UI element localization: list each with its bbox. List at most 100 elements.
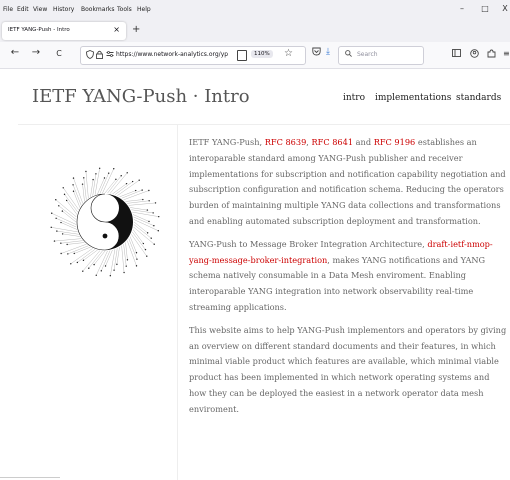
network-node [92,178,94,181]
network-node [152,212,154,214]
menu-file[interactable]: File [3,6,13,13]
site-title[interactable]: IETF YANG-Push · Intro [32,86,250,107]
network-node [76,261,79,264]
minimize-button[interactable]: – [455,4,469,13]
network-spoke [54,238,82,242]
search-icon [345,50,352,59]
pocket-icon[interactable] [312,47,321,59]
network-spoke [62,233,80,237]
link-rfc8641[interactable]: RFC 8641 [312,137,354,147]
menu-help[interactable]: Help [137,6,151,13]
network-node [93,263,95,266]
network-node [126,259,129,261]
network-node [109,275,112,277]
network-spoke [97,177,105,195]
nav-link-implementations[interactable]: implementations [375,93,451,103]
network-spoke [123,190,149,200]
network-node [82,270,84,272]
network-node [83,177,85,179]
url-bar[interactable]: https://www.network-analytics.org/yp 110… [80,46,306,65]
permissions-icon[interactable] [106,50,114,60]
network-node [88,267,90,269]
tab-close-icon[interactable]: × [113,25,120,34]
menu-history[interactable]: History [53,6,74,13]
extensions-icon[interactable] [487,49,496,60]
link-rfc8639[interactable]: RFC 8639 [265,137,307,147]
network-node [115,178,117,181]
search-input[interactable]: Search [357,51,378,58]
close-window-button[interactable]: X [498,4,510,13]
network-node [95,173,97,175]
network-node [154,202,157,204]
network-spoke [60,240,83,244]
new-tab-button[interactable]: + [132,24,140,35]
hamburger-menu-icon[interactable]: ≡ [503,49,510,58]
network-node [62,187,64,189]
network-node [55,199,57,201]
network-spoke [116,247,120,265]
network-node [85,170,87,173]
network-spoke [101,250,111,271]
network-node [153,224,155,227]
network-spoke [51,213,77,225]
lock-icon[interactable] [96,50,103,61]
network-node [70,263,72,265]
zoom-level-badge[interactable]: 110% [251,50,273,58]
network-spoke [93,250,106,265]
shield-icon[interactable] [86,50,94,61]
network-node [144,248,147,251]
nav-link-standards[interactable]: standards [456,93,501,103]
network-spoke [125,199,143,202]
network-spoke [61,244,87,254]
network-spoke [88,250,103,269]
forward-button[interactable]: → [29,47,43,58]
network-node [61,210,64,212]
yin-yang-network-graphic [50,167,160,277]
network-node [67,253,69,255]
navigation-toolbar: ← → C https://www.network-analytics.org/… [0,42,510,69]
link-rfc9196[interactable]: RFC 9196 [374,137,416,147]
reload-button[interactable]: C [52,49,66,58]
network-spoke [60,222,78,230]
network-node [61,233,64,235]
url-text[interactable]: https://www.network-analytics.org/yp [116,51,234,58]
network-node [158,215,160,218]
yang-push-logo [30,147,180,297]
menu-edit[interactable]: Edit [17,6,29,13]
bookmark-star-icon[interactable]: ☆ [284,48,293,59]
menu-view[interactable]: View [33,6,47,13]
menu-bookmarks[interactable]: Bookmarks [81,6,115,13]
maximize-button[interactable]: □ [478,4,492,13]
network-spoke [127,200,150,204]
nav-link-intro[interactable]: intro [343,93,365,103]
network-node [60,221,62,224]
network-node [103,177,106,179]
network-node [56,230,58,232]
intro-content: IETF YANG-Push, RFC 8639, RFC 8641 and R… [189,135,509,425]
network-node [113,269,115,271]
network-node [116,263,118,266]
network-node [60,252,62,255]
network-node [150,237,152,239]
download-icon[interactable]: ⤓ [326,47,330,57]
network-spoke [58,205,77,220]
network-node [107,172,110,174]
network-spoke [107,175,122,194]
library-icon[interactable] [452,49,461,59]
network-node [125,265,127,267]
network-spoke [130,207,148,211]
network-spoke [99,173,109,194]
network-node [141,189,143,191]
menu-tools[interactable]: Tools [117,6,132,13]
search-bar[interactable]: Search [338,46,424,65]
reader-view-icon[interactable] [237,50,247,61]
network-spoke [62,210,77,223]
tab-active[interactable]: IETF YANG-Push - Intro × [2,22,126,40]
network-spoke [104,179,117,194]
back-button[interactable]: ← [8,47,22,58]
network-node [136,258,138,260]
network-node [73,252,75,255]
account-icon[interactable] [470,49,479,60]
network-node [153,243,155,245]
network-node [126,172,128,174]
